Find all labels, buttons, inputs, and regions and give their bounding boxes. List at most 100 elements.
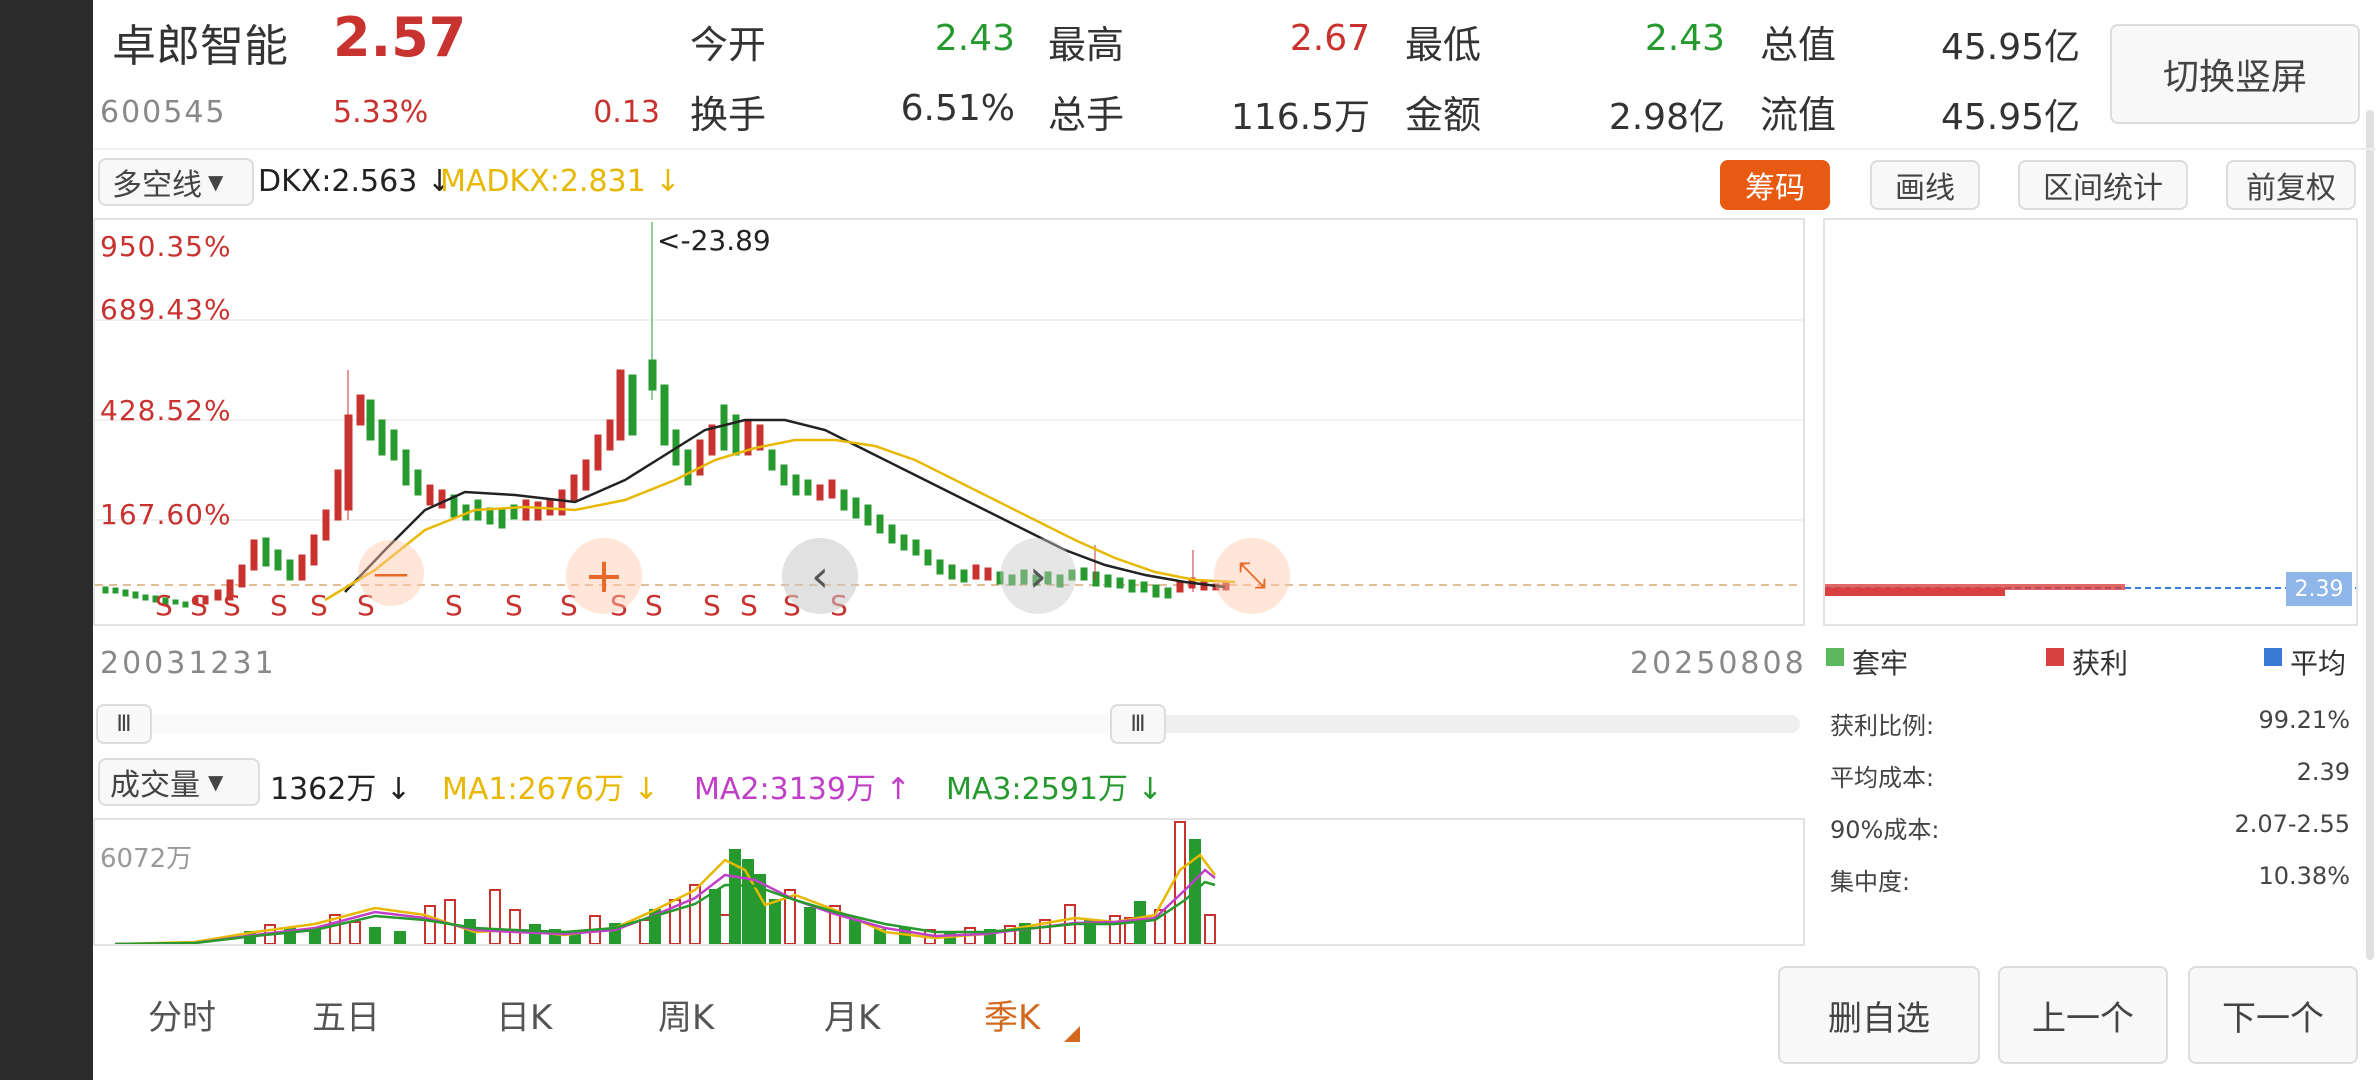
chevron-right-icon[interactable]: › — [1000, 538, 1076, 614]
profit-legend-swatch — [2046, 648, 2064, 666]
volume-label: 总手 — [1048, 93, 1125, 137]
cost90-value: 2.07-2.55 — [2234, 810, 2350, 838]
concentration-label: 集中度: — [1830, 868, 1911, 896]
high-label: 最高 — [1048, 23, 1125, 67]
sell-signals: S S S S S S S S S S S S S S S — [155, 589, 848, 622]
sell-signal: S — [645, 589, 663, 622]
average-legend-label: 平均 — [2290, 647, 2347, 680]
previous-stock-button[interactable]: 上一个 — [1998, 966, 2168, 1064]
volume-max-label: 6072万 — [100, 844, 193, 874]
tab-weekly[interactable]: 周K — [658, 990, 714, 1039]
chips-distribution-chart — [1825, 584, 2356, 596]
cost90-label: 90%成本: — [1830, 816, 1940, 844]
profit-ratio-label: 获利比例: — [1830, 712, 1935, 740]
indicator-selector[interactable]: 多空线 ▼ — [98, 158, 254, 206]
trapped-legend-swatch — [1826, 648, 1844, 666]
cost90-row: 90%成本: 2.07-2.55 — [1830, 810, 2350, 850]
sell-signal: S — [505, 589, 523, 622]
amount-label: 金额 — [1405, 93, 1482, 137]
axis-label: 689.43% — [100, 293, 232, 326]
remove-watchlist-button[interactable]: 删自选 — [1778, 966, 1980, 1064]
open-value: 2.43 — [934, 18, 1015, 59]
scrollbar[interactable] — [2366, 110, 2374, 960]
left-edge-strip — [0, 0, 93, 1080]
peak-annotation: <-23.89 — [657, 224, 771, 257]
indicator-selector-label: 多空线 — [112, 168, 202, 203]
tab-five-day[interactable]: 五日 — [312, 990, 380, 1039]
sell-signal: S — [190, 589, 208, 622]
float-value-label: 流值 — [1760, 93, 1837, 137]
turnover-value: 6.51% — [900, 88, 1015, 129]
sell-signal: S — [310, 589, 328, 622]
amount-value: 2.98亿 — [1608, 97, 1725, 138]
range-stats-button[interactable]: 区间统计 — [2018, 160, 2188, 210]
avg-cost-label: 平均成本: — [1830, 764, 1935, 792]
trapped-legend-label: 套牢 — [1852, 647, 1909, 680]
sell-signal: S — [155, 589, 173, 622]
volume-selector-label: 成交量 — [110, 768, 200, 803]
add-icon[interactable]: + — [566, 538, 642, 614]
range-slider-right-handle[interactable]: Ⅲ — [1110, 704, 1166, 744]
madkx-value: MADKX:2.831 ↓ — [440, 164, 681, 199]
axis-label: 428.52% — [100, 394, 232, 427]
volume-selector[interactable]: 成交量 ▼ — [98, 758, 260, 806]
chevron-down-icon: ▼ — [208, 770, 224, 794]
stock-name: 卓郎智能 — [112, 21, 288, 72]
volume-chart-panel[interactable] — [93, 818, 1805, 946]
range-slider-left-handle[interactable]: Ⅲ — [96, 704, 152, 744]
collapse-icon[interactable]: ⤡ — [1214, 538, 1290, 614]
low-value: 2.43 — [1644, 18, 1725, 59]
high-value: 2.67 — [1289, 18, 1370, 59]
average-legend-swatch — [2264, 648, 2282, 666]
ma2-value: MA2:3139万 ↑ — [694, 772, 911, 807]
header-divider — [93, 148, 2376, 150]
chips-distribution-panel — [1823, 218, 2358, 626]
profit-ratio-value: 99.21% — [2258, 706, 2350, 734]
current-price: 2.57 — [333, 6, 467, 69]
total-value: 45.95亿 — [1940, 27, 2080, 68]
sell-signal: S — [223, 589, 241, 622]
sell-signal: S — [445, 589, 463, 622]
dkx-value: DKX:2.563 ↓ — [258, 164, 452, 199]
low-label: 最低 — [1405, 23, 1482, 67]
concentration-value: 10.38% — [2258, 862, 2350, 890]
chevron-left-icon[interactable]: ‹ — [782, 538, 858, 614]
sell-signal: S — [740, 589, 758, 622]
chevron-down-icon: ▼ — [208, 170, 224, 194]
tab-intraday[interactable]: 分时 — [148, 990, 216, 1039]
adjust-button[interactable]: 前复权 — [2226, 160, 2356, 210]
turnover-label: 换手 — [690, 93, 767, 137]
next-stock-button[interactable]: 下一个 — [2188, 966, 2358, 1064]
tab-daily[interactable]: 日K — [496, 990, 552, 1039]
active-tab-indicator-icon — [1064, 1026, 1080, 1042]
candlestick-chart: S S S S S S S S S S S S S S S <-23.89 — [95, 222, 1803, 622]
end-date: 20250808 — [1630, 646, 1807, 681]
volume-current: 1362万 ↓ — [270, 772, 412, 807]
sell-signal: S — [703, 589, 721, 622]
total-value-label: 总值 — [1760, 23, 1837, 67]
concentration-row: 集中度: 10.38% — [1830, 862, 2350, 902]
draw-line-button[interactable]: 画线 — [1870, 160, 1980, 210]
tab-quarterly[interactable]: 季K — [984, 990, 1040, 1039]
volume-chart — [114, 821, 1216, 946]
chips-price-tag: 2.39 — [2286, 572, 2352, 606]
start-date: 20031231 — [100, 646, 277, 681]
axis-label: 167.60% — [100, 498, 232, 531]
change-percent: 5.33% — [333, 95, 429, 130]
switch-portrait-button[interactable]: 切换竖屏 — [2110, 24, 2360, 124]
zoom-in-icon[interactable]: — — [358, 540, 424, 606]
profit-ratio-row: 获利比例: 99.21% — [1830, 706, 2350, 746]
avg-cost-value: 2.39 — [2296, 758, 2350, 786]
volume-value: 116.5万 — [1230, 97, 1370, 138]
candlestick-chart-panel[interactable]: S S S S S S S S S S S S S S S <-23.89 — [93, 218, 1805, 626]
tab-monthly[interactable]: 月K — [824, 990, 880, 1039]
avg-cost-row: 平均成本: 2.39 — [1830, 758, 2350, 798]
float-value: 45.95亿 — [1940, 97, 2080, 138]
range-slider-selection — [150, 715, 1140, 733]
chips-button[interactable]: 筹码 — [1720, 160, 1830, 210]
sell-signal: S — [270, 589, 288, 622]
profit-legend-label: 获利 — [2072, 647, 2129, 680]
open-label: 今开 — [690, 23, 767, 67]
ma3-value: MA3:2591万 ↓ — [946, 772, 1163, 807]
stock-code: 600545 — [100, 95, 227, 130]
